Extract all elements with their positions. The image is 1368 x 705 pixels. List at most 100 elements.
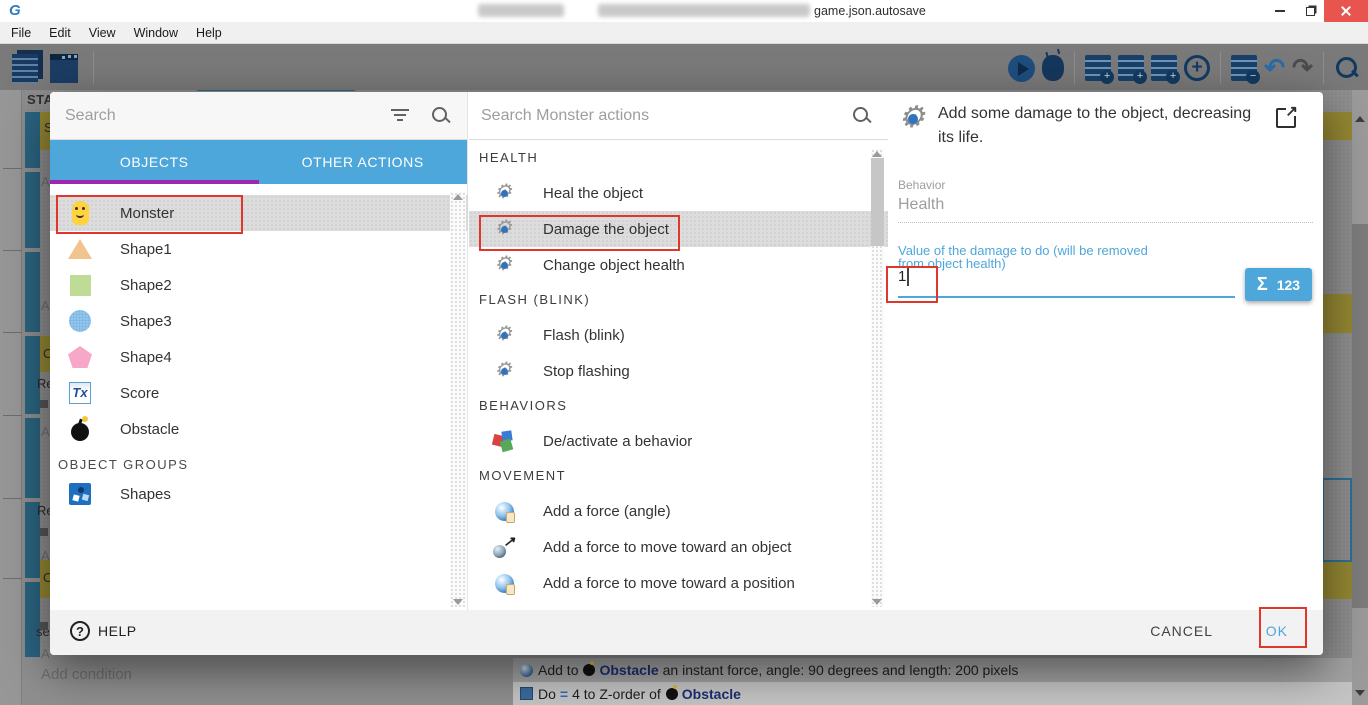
behavior-field-value: Health [898, 196, 944, 214]
scroll-up-icon [1355, 116, 1365, 122]
menu-file[interactable]: File [0, 26, 40, 40]
redacted-text-block [478, 4, 564, 17]
event-header-strip [1323, 562, 1352, 599]
search-icon[interactable] [852, 106, 872, 126]
objects-panel: OBJECTS OTHER ACTIONS Monster Shape1 Sha… [50, 92, 468, 610]
action-search-row [469, 92, 888, 140]
triangle-icon [68, 239, 92, 259]
help-button[interactable]: ? HELP [70, 621, 137, 641]
minimize-button[interactable] [1266, 0, 1294, 22]
occluded-text: A [41, 548, 50, 563]
redo-icon: ↷ [1292, 55, 1313, 81]
section-header-health: HEALTH [469, 141, 888, 175]
scroll-down-icon [453, 599, 463, 605]
action-row-damage[interactable]: Damage the object [469, 211, 888, 247]
toolbar-separator [1323, 52, 1324, 84]
action-row-force-toward-object[interactable]: Add a force to move toward an object [469, 529, 888, 565]
object-group-icon [69, 483, 91, 505]
gear-icon [494, 361, 514, 381]
ok-button[interactable]: OK [1266, 623, 1288, 639]
selected-event-outline [1322, 478, 1352, 562]
event-condition-bar [25, 112, 40, 168]
window-titlebar: G game.json.autosave [0, 0, 1368, 22]
object-row-shape3[interactable]: Shape3 [50, 303, 468, 339]
event-tree-rail [0, 90, 22, 705]
events-list-icon [12, 54, 38, 83]
add-comment-icon [1151, 55, 1177, 81]
open-in-new-icon[interactable] [1276, 108, 1296, 128]
field-divider [898, 222, 1313, 223]
behavior-icon [493, 430, 515, 452]
object-row-shape4[interactable]: Shape4 [50, 339, 468, 375]
action-description: Add some damage to the object, decreasin… [938, 102, 1264, 150]
undo-icon: ↶ [1264, 55, 1285, 81]
toolbar: + ↶ ↷ [0, 44, 1368, 90]
scroll-up-icon [872, 151, 882, 157]
object-row-obstacle[interactable]: Obstacle [50, 411, 468, 447]
scrollbar-thumb[interactable] [871, 158, 884, 246]
menu-bar: File Edit View Window Help [0, 22, 1368, 44]
action-row-force-toward-position[interactable]: Add a force to move toward a position [469, 565, 888, 601]
object-row-shape2[interactable]: Shape2 [50, 267, 468, 303]
action-search-input[interactable] [469, 107, 852, 125]
action-row-stop-flashing[interactable]: Stop flashing [469, 353, 888, 389]
close-button[interactable] [1324, 0, 1368, 22]
restore-button[interactable] [1296, 0, 1324, 22]
gear-icon [494, 255, 514, 275]
dialog-footer: ? HELP CANCEL OK [50, 610, 1323, 655]
bomb-icon [71, 423, 89, 441]
parameters-panel: Add some damage to the object, decreasin… [888, 92, 1323, 610]
expression-editor-button[interactable]: Σ 123 [1245, 268, 1312, 301]
preview-icon [1008, 55, 1035, 82]
scroll-down-icon [1355, 690, 1365, 696]
section-header-movement: MOVEMENT [469, 459, 888, 493]
action-list-scrollbar[interactable] [871, 149, 884, 607]
menu-view[interactable]: View [80, 26, 125, 40]
force-icon [520, 664, 533, 677]
event-condition-bar [25, 336, 40, 414]
event-condition-bar [25, 582, 40, 657]
search-icon[interactable] [431, 106, 451, 126]
action-row-heal[interactable]: Heal the object [469, 175, 888, 211]
action-row-deactivate-behavior[interactable]: De/activate a behavior [469, 423, 888, 459]
add-event-icon [1085, 55, 1111, 81]
object-row-shapes-group[interactable]: Shapes [50, 476, 468, 512]
gear-icon [898, 104, 928, 134]
scroll-down-icon [872, 599, 882, 605]
input-underline [898, 296, 1235, 298]
cancel-button[interactable]: CANCEL [1150, 623, 1213, 639]
filter-icon[interactable] [391, 109, 409, 123]
z-order-icon [520, 687, 533, 700]
bomb-icon [666, 688, 678, 700]
text-object-icon: Tx [69, 382, 91, 404]
object-list-scrollbar[interactable] [450, 192, 466, 607]
force-icon [495, 574, 514, 593]
action-row-change-health[interactable]: Change object health [469, 247, 888, 283]
damage-value-input[interactable] [898, 268, 1235, 285]
object-tabs: OBJECTS OTHER ACTIONS [50, 140, 467, 184]
menu-edit[interactable]: Edit [40, 26, 80, 40]
object-search-input[interactable] [50, 107, 391, 125]
window-title: game.json.autosave [814, 4, 926, 18]
toolbar-separator [93, 52, 94, 84]
scroll-up-icon [453, 194, 463, 200]
object-row-shape1[interactable]: Shape1 [50, 231, 468, 267]
event-header-strip [1323, 294, 1352, 333]
menu-help[interactable]: Help [187, 26, 231, 40]
object-row-monster[interactable]: Monster [50, 195, 468, 231]
object-row-score[interactable]: Tx Score [50, 375, 468, 411]
menu-window[interactable]: Window [125, 26, 187, 40]
circle-icon [69, 310, 91, 332]
event-condition-bar [25, 252, 40, 332]
action-row-add-force-angle[interactable]: Add a force (angle) [469, 493, 888, 529]
action-row-flash[interactable]: Flash (blink) [469, 317, 888, 353]
section-header-behaviors: BEHAVIORS [469, 389, 888, 423]
tab-objects[interactable]: OBJECTS [50, 140, 259, 184]
occluded-text: A [41, 424, 50, 439]
section-header-flash: FLASH (BLINK) [469, 283, 888, 317]
square-icon [70, 275, 91, 296]
action-row-partial[interactable] [469, 601, 888, 607]
tab-other-actions[interactable]: OTHER ACTIONS [259, 140, 468, 184]
gear-icon [494, 183, 514, 203]
toolbar-separator [1074, 52, 1075, 84]
